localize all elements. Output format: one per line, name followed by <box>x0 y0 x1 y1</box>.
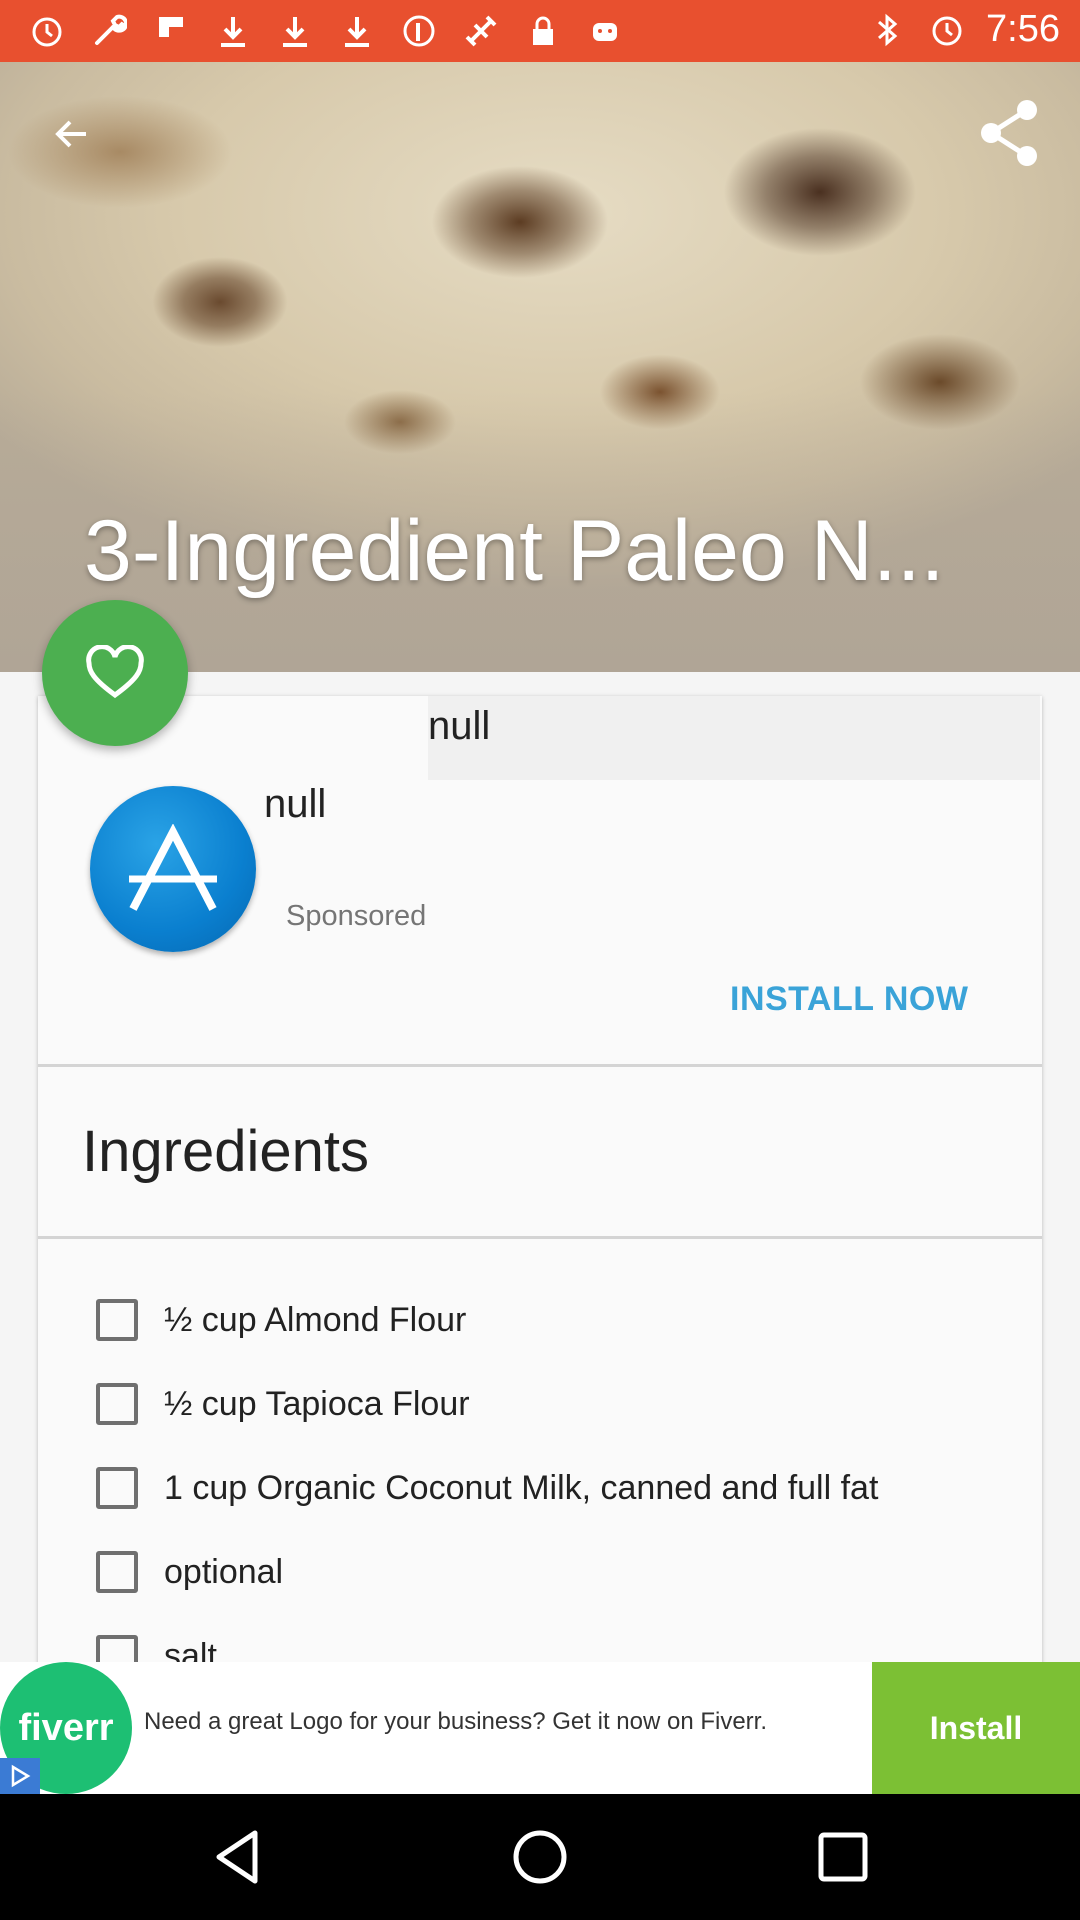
ingredient-label: ½ cup Almond Flour <box>164 1300 467 1339</box>
install-now-button[interactable]: INSTALL NOW <box>730 980 968 1019</box>
status-right: 7:56 <box>866 8 1060 51</box>
bluetooth-icon <box>866 9 908 51</box>
ingredient-item[interactable]: ½ cup Tapioca Flour <box>96 1374 470 1434</box>
sponsored-label: Sponsored <box>286 900 427 932</box>
ingredient-label: optional <box>164 1552 284 1591</box>
back-arrow-icon <box>55 120 86 148</box>
system-nav-bar <box>0 1794 1080 1920</box>
download-icon <box>274 10 316 52</box>
ingredient-checkbox[interactable] <box>96 1551 138 1593</box>
satellite-icon <box>460 10 502 52</box>
share-icon <box>981 100 1037 166</box>
share-button[interactable] <box>974 96 1044 170</box>
ad-header-text: null <box>428 704 491 748</box>
nav-recents-button[interactable] <box>810 1824 876 1890</box>
ad-header: null <box>428 696 1040 780</box>
notification-icons <box>26 10 626 52</box>
recipe-hero-image: 3-Ingredient Paleo N... <box>0 62 1080 672</box>
back-triangle-icon <box>216 1830 258 1884</box>
recents-square-icon <box>818 1832 868 1882</box>
download-icon <box>212 10 254 52</box>
banner-ad-text: Need a great Logo for your business? Get… <box>144 1708 768 1735</box>
ad-app-name: null <box>264 782 327 826</box>
download-icon <box>336 10 378 52</box>
banner-install-button[interactable]: Install <box>872 1662 1080 1794</box>
ad-app-logo[interactable] <box>90 786 256 952</box>
wrench-icon <box>88 10 130 52</box>
home-circle-icon <box>513 1830 567 1884</box>
divider <box>38 1064 1042 1067</box>
ingredient-item[interactable]: 1 cup Organic Coconut Milk, canned and f… <box>96 1458 878 1518</box>
ingredients-heading: Ingredients <box>82 1119 369 1184</box>
clock: 7:56 <box>986 8 1060 50</box>
ingredient-item[interactable]: optional <box>96 1542 283 1602</box>
ingredient-item[interactable]: ½ cup Almond Flour <box>96 1290 466 1350</box>
ingredient-checkbox[interactable] <box>96 1383 138 1425</box>
letter-a-logo-icon <box>129 824 217 911</box>
ingredient-checkbox[interactable] <box>96 1299 138 1341</box>
alarm-icon <box>26 10 68 52</box>
nav-home-button[interactable] <box>507 1824 573 1890</box>
pinterest-icon <box>398 10 440 52</box>
back-button[interactable] <box>42 104 102 164</box>
flipboard-icon <box>150 10 192 52</box>
android-icon <box>584 10 626 52</box>
nav-back-button[interactable] <box>204 1824 270 1890</box>
ad-choices-icon[interactable] <box>0 1758 40 1794</box>
fiverr-logo-text: fiverr <box>18 1706 114 1749</box>
ingredient-checkbox[interactable] <box>96 1467 138 1509</box>
ingredient-label: 1 cup Organic Coconut Milk, canned and f… <box>164 1468 879 1507</box>
ingredient-label: ½ cup Tapioca Flour <box>164 1384 470 1423</box>
status-bar: 7:56 <box>0 0 1080 62</box>
favorite-button[interactable] <box>42 600 188 746</box>
divider <box>38 1236 1042 1239</box>
heart-icon <box>86 645 144 699</box>
recipe-title: 3-Ingredient Paleo N... <box>84 503 945 599</box>
banner-ad[interactable]: fiverr Need a great Logo for your busine… <box>0 1662 1080 1794</box>
lock-icon <box>522 10 564 52</box>
alarm-icon <box>926 9 968 51</box>
